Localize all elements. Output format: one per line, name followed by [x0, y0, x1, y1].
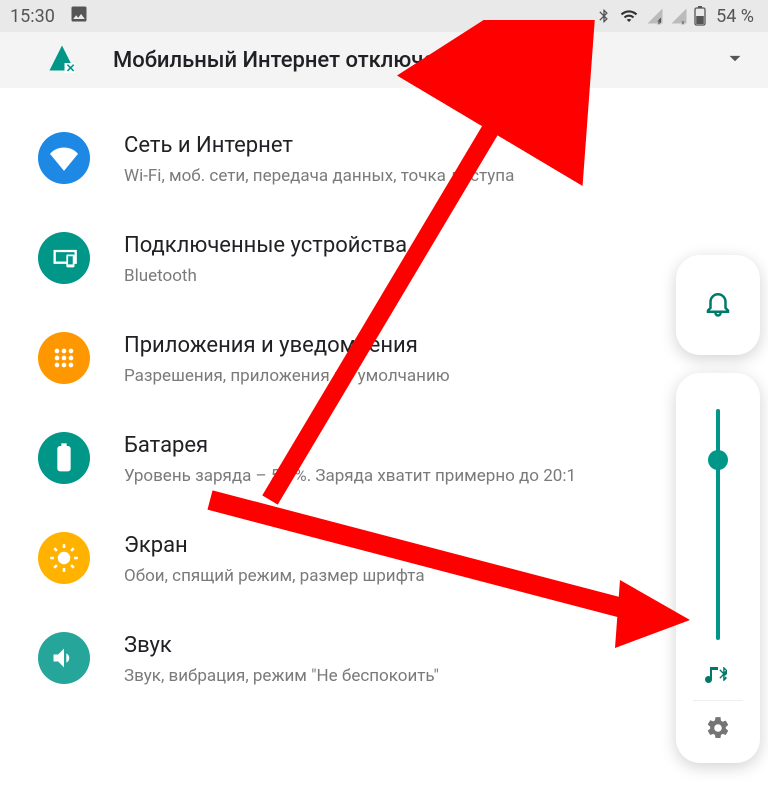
status-right: x x 54 % [596, 6, 754, 27]
settings-item-label: Приложения и уведомления [124, 332, 450, 361]
settings-item-apps[interactable]: Приложения и уведомления Разрешения, при… [0, 318, 768, 418]
chevron-down-icon[interactable] [722, 45, 748, 75]
bluetooth-icon [596, 7, 612, 25]
volume-slider-thumb[interactable] [708, 450, 728, 470]
divider [693, 700, 743, 701]
gear-icon[interactable] [705, 715, 731, 745]
settings-item-display[interactable]: Экран Обои, спящий режим, размер шрифта [0, 518, 768, 618]
connected-devices-icon [38, 232, 90, 284]
settings-item-label: Сеть и Интернет [124, 132, 514, 161]
battery-settings-icon [38, 432, 90, 484]
status-time: 15:30 [10, 6, 55, 27]
settings-item-connected-devices[interactable]: Подключенные устройства Bluetooth [0, 218, 768, 318]
svg-text:✕: ✕ [66, 62, 75, 73]
settings-item-label: Батарея [124, 432, 576, 461]
volume-panel [676, 255, 760, 763]
mobile-data-off-icon: ✕ [45, 43, 79, 77]
display-icon [38, 532, 90, 584]
image-icon [69, 4, 89, 29]
signal1-icon: x [646, 7, 664, 25]
volume-slider[interactable] [716, 409, 720, 640]
bell-icon [703, 288, 733, 322]
battery-icon [694, 6, 706, 26]
settings-item-sub: Разрешения, приложения по умолчанию [124, 365, 450, 387]
sound-icon [38, 632, 90, 684]
banner-title: Мобильный Интернет отключен [113, 48, 722, 73]
settings-item-sound[interactable]: Звук Звук, вибрация, режим "Не беспокоит… [0, 618, 768, 688]
settings-item-sub: Bluetooth [124, 265, 407, 287]
settings-item-sub: Обои, спящий режим, размер шрифта [124, 565, 425, 587]
status-bar: 15:30 x x 54 % [0, 0, 768, 32]
settings-item-network[interactable]: Сеть и Интернет Wi-Fi, моб. сети, переда… [0, 118, 768, 218]
music-bluetooth-icon[interactable] [702, 662, 734, 694]
battery-percent: 54 % [716, 6, 754, 27]
settings-item-sub: Wi-Fi, моб. сети, передача данных, точка… [124, 165, 514, 187]
settings-item-label: Подключенные устройства [124, 232, 407, 261]
settings-list: Сеть и Интернет Wi-Fi, моб. сети, переда… [0, 88, 768, 688]
settings-item-battery[interactable]: Батарея Уровень заряда – 54 %. Заряда хв… [0, 418, 768, 518]
ringer-mode-button[interactable] [676, 255, 760, 355]
status-left: 15:30 [10, 4, 89, 29]
mobile-data-banner[interactable]: ✕ Мобильный Интернет отключен [0, 32, 768, 88]
settings-item-sub: Звук, вибрация, режим "Не беспокоить" [124, 665, 439, 687]
settings-item-label: Экран [124, 532, 425, 561]
wifi-icon [618, 7, 640, 25]
settings-item-sub: Уровень заряда – 54 %. Заряда хватит при… [124, 465, 576, 487]
signal2-icon: x [670, 7, 688, 25]
network-icon [38, 132, 90, 184]
volume-slider-card [676, 373, 760, 763]
settings-item-label: Звук [124, 632, 439, 661]
apps-icon [38, 332, 90, 384]
